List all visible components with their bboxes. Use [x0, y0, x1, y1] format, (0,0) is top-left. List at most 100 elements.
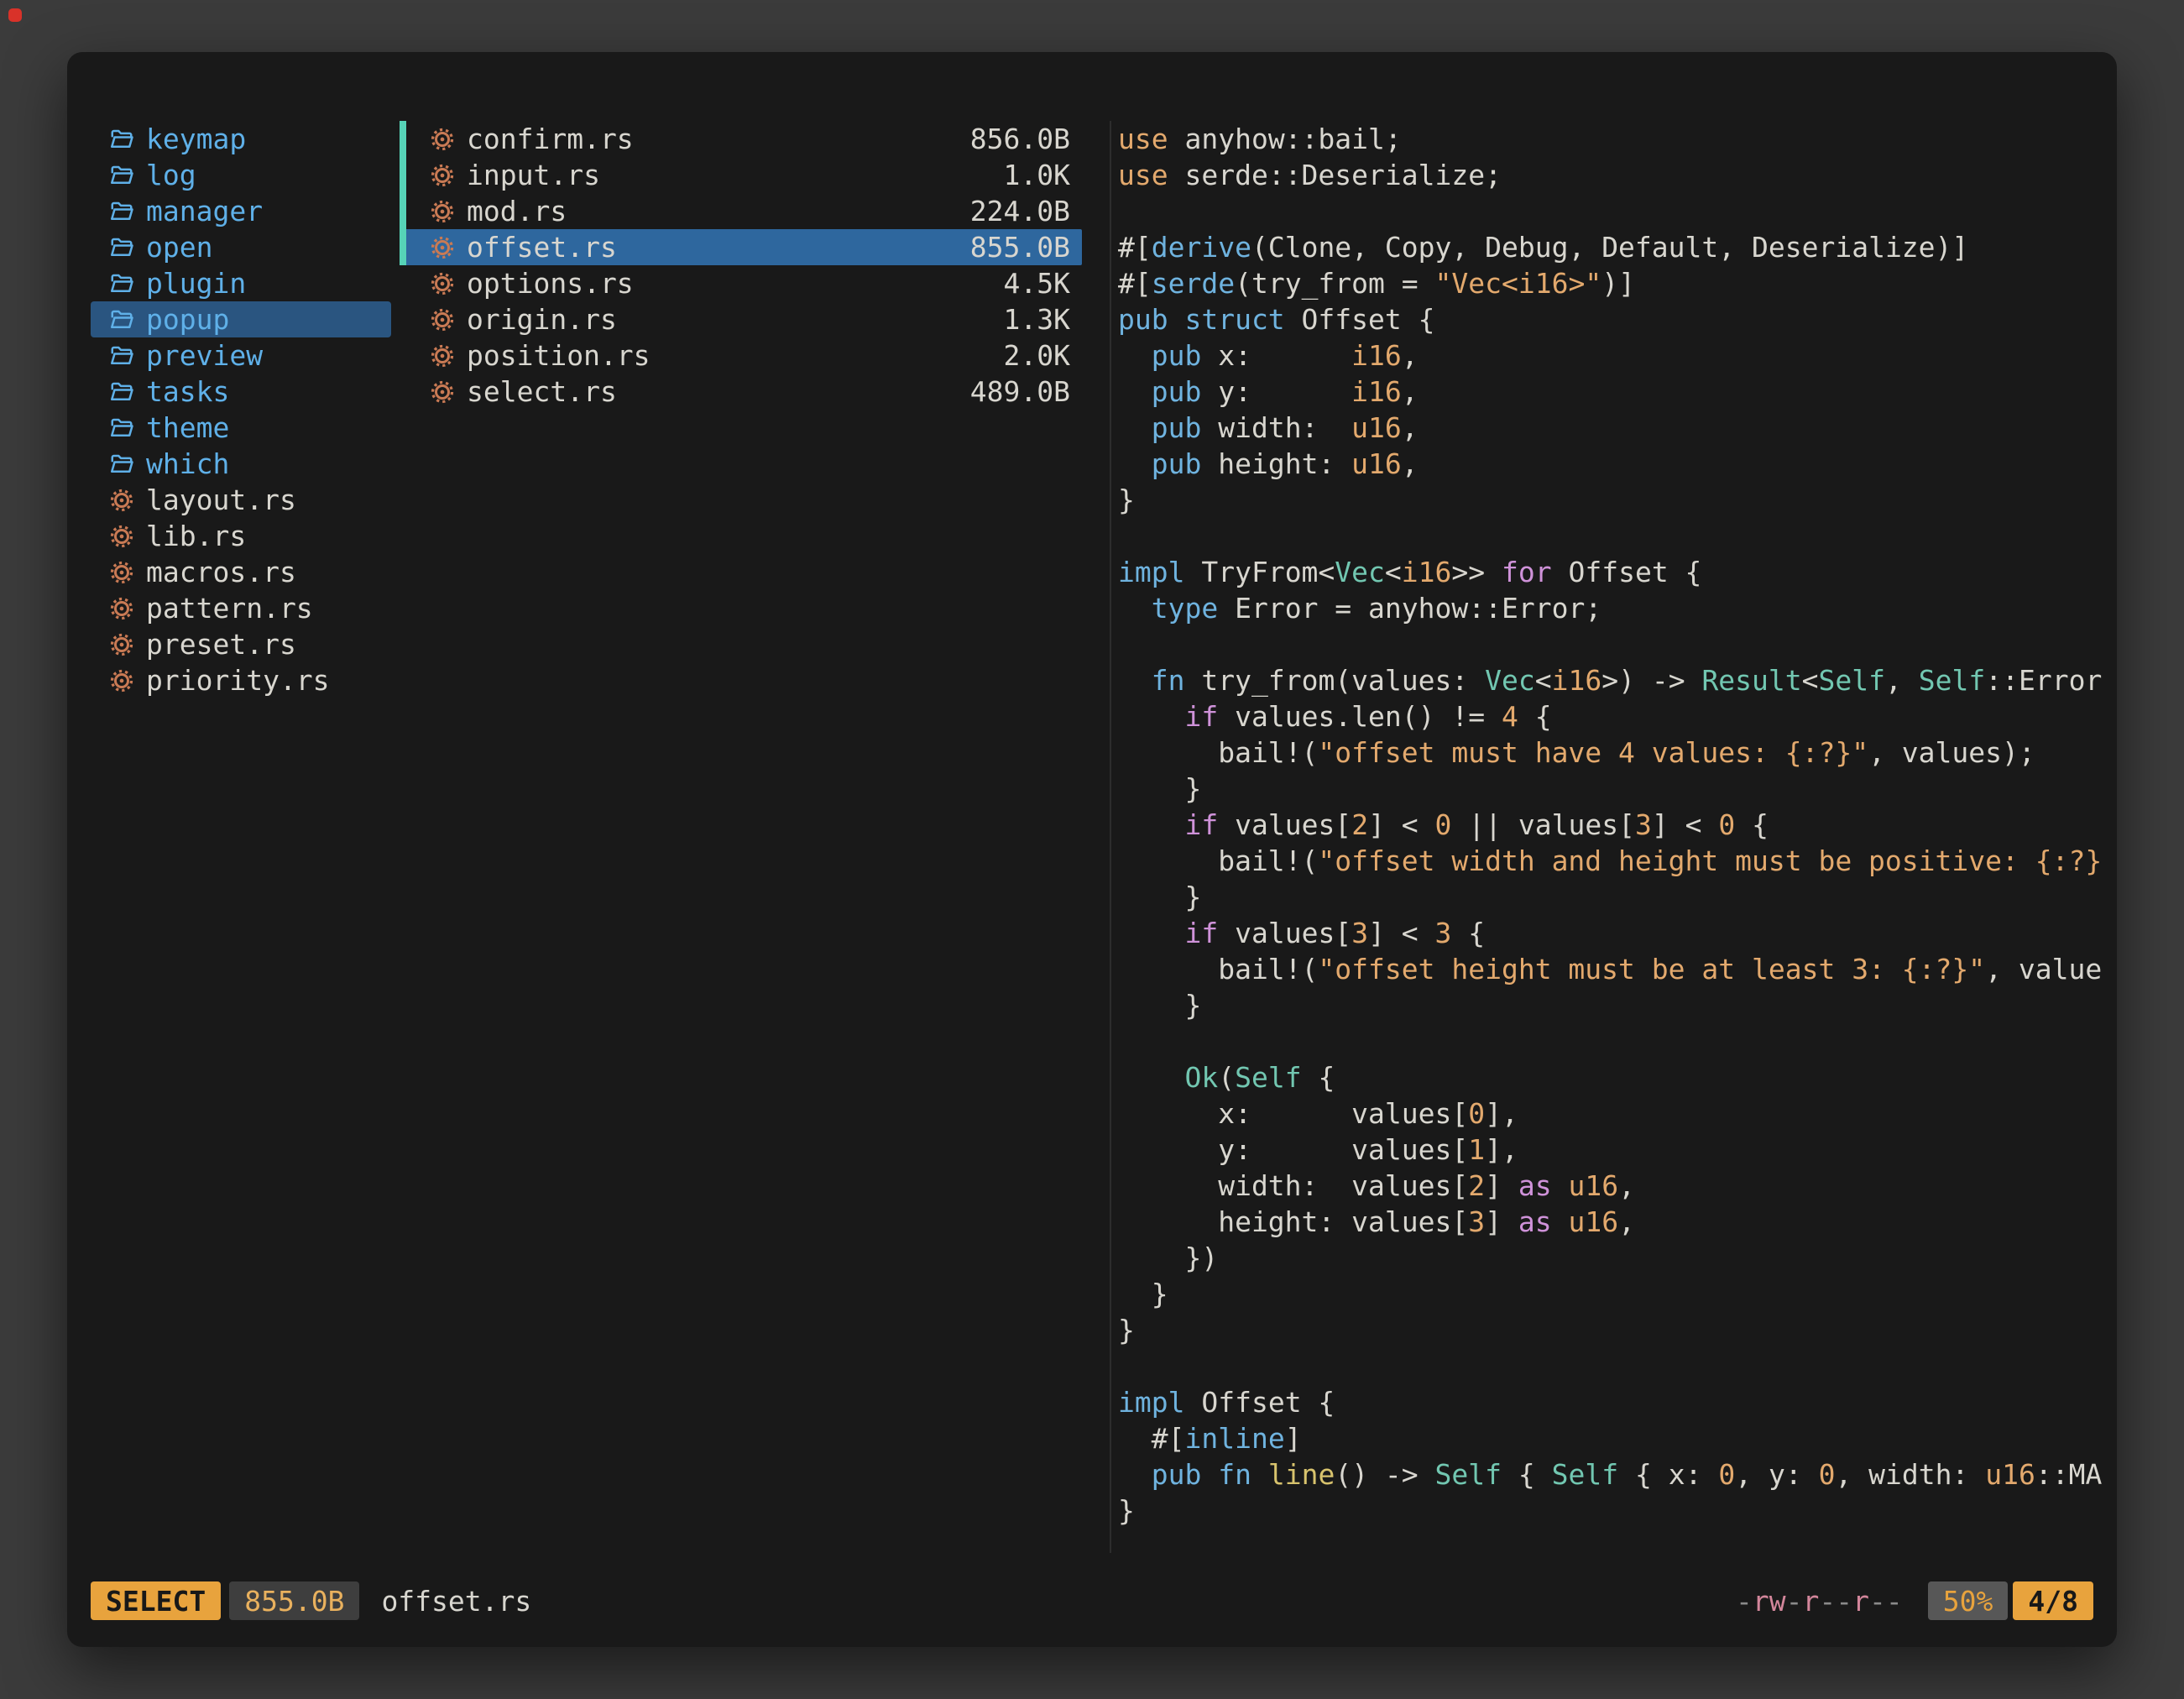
- sidebar-item-which[interactable]: which: [91, 446, 391, 482]
- file-item-mod-rs[interactable]: mod.rs224.0B: [400, 193, 1082, 229]
- folder-icon: [109, 452, 134, 477]
- file-item-select-rs[interactable]: select.rs489.0B: [400, 374, 1082, 410]
- token: [1118, 411, 1152, 444]
- parent-pane: keymaplogmanageropenpluginpopuppreviewta…: [91, 121, 391, 698]
- code-line: [1118, 518, 2117, 554]
- file-item-offset-rs[interactable]: offset.rs855.0B: [400, 229, 1082, 265]
- code-line: pub struct Offset {: [1118, 301, 2117, 337]
- token: pub fn: [1152, 1458, 1251, 1491]
- token: i16: [1351, 339, 1402, 372]
- code-line: }: [1118, 1276, 2117, 1312]
- rust-file-icon: [430, 271, 455, 296]
- token: anyhow::bail;: [1168, 123, 1402, 155]
- token: width: values[: [1118, 1169, 1468, 1202]
- sidebar-item-preset-rs[interactable]: preset.rs: [91, 626, 391, 662]
- sidebar-item-preview[interactable]: preview: [91, 337, 391, 374]
- token: values[: [1218, 808, 1351, 841]
- file-name: options.rs: [467, 267, 1004, 300]
- token: }: [1118, 1278, 1168, 1310]
- token: "offset width and height must be positiv…: [1318, 844, 2102, 877]
- sidebar-item-manager[interactable]: manager: [91, 193, 391, 229]
- token: >>: [1451, 556, 1502, 588]
- file-item-position-rs[interactable]: position.rs2.0K: [400, 337, 1082, 374]
- code-line: #[inline]: [1118, 1420, 2117, 1456]
- sidebar-item-lib-rs[interactable]: lib.rs: [91, 518, 391, 554]
- sidebar-item-layout-rs[interactable]: layout.rs: [91, 482, 391, 518]
- token: TryFrom<: [1184, 556, 1335, 588]
- token: , y:: [1735, 1458, 1818, 1491]
- token: [1118, 664, 1152, 697]
- token: derive: [1152, 231, 1251, 264]
- file-size: 1.0K: [1004, 159, 1070, 191]
- token: r: [1803, 1585, 1820, 1618]
- token: bail!(: [1118, 736, 1318, 769]
- token: for: [1502, 556, 1552, 588]
- code-line: y: values[1],: [1118, 1132, 2117, 1168]
- file-item-input-rs[interactable]: input.rs1.0K: [400, 157, 1082, 193]
- token: pub: [1152, 447, 1202, 480]
- entry-name: popup: [146, 303, 383, 336]
- sidebar-item-keymap[interactable]: keymap: [91, 121, 391, 157]
- rust-file-icon: [430, 379, 455, 405]
- token: #[: [1118, 231, 1152, 264]
- token: 3: [1468, 1205, 1485, 1238]
- code-line: Ok(Self {: [1118, 1059, 2117, 1095]
- token: 0: [1718, 1458, 1735, 1491]
- rust-file-icon: [430, 307, 455, 332]
- file-item-options-rs[interactable]: options.rs4.5K: [400, 265, 1082, 301]
- sidebar-item-pattern-rs[interactable]: pattern.rs: [91, 590, 391, 626]
- token: }): [1118, 1242, 1218, 1274]
- token: x: values[: [1118, 1097, 1468, 1130]
- file-name: origin.rs: [467, 303, 1004, 336]
- code-line: }): [1118, 1240, 2117, 1276]
- rust-file-icon: [430, 163, 455, 188]
- token: ]: [1285, 1422, 1302, 1455]
- code-line: }: [1118, 987, 2117, 1023]
- token: i16: [1402, 556, 1452, 588]
- code-line: bail!("offset height must be at least 3:…: [1118, 951, 2117, 987]
- entry-name: manager: [146, 195, 383, 227]
- folder-icon: [109, 127, 134, 152]
- sidebar-item-popup[interactable]: popup: [91, 301, 391, 337]
- token: {: [1518, 700, 1552, 733]
- token: serde: [1152, 267, 1235, 300]
- sidebar-item-priority-rs[interactable]: priority.rs: [91, 662, 391, 698]
- token: ]: [1485, 1169, 1518, 1202]
- file-size: 1.3K: [1004, 303, 1070, 336]
- entry-name: tasks: [146, 375, 383, 408]
- sidebar-item-tasks[interactable]: tasks: [91, 374, 391, 410]
- token: 0: [1435, 808, 1452, 841]
- token: {: [1451, 917, 1485, 949]
- file-name: position.rs: [467, 339, 1004, 372]
- file-item-confirm-rs[interactable]: confirm.rs856.0B: [400, 121, 1082, 157]
- token: (Clone, Copy, Debug, Default, Deserializ…: [1251, 231, 1968, 264]
- rust-file-icon: [109, 632, 134, 657]
- file-size: 856.0B: [970, 123, 1070, 155]
- token: [1251, 1458, 1268, 1491]
- rust-file-icon: [430, 199, 455, 224]
- token: }: [1118, 772, 1201, 805]
- sidebar-item-plugin[interactable]: plugin: [91, 265, 391, 301]
- sidebar-item-log[interactable]: log: [91, 157, 391, 193]
- sidebar-item-macros-rs[interactable]: macros.rs: [91, 554, 391, 590]
- file-manager-window: keymaplogmanageropenpluginpopuppreviewta…: [67, 52, 2117, 1647]
- token: <: [1535, 664, 1552, 697]
- sidebar-item-theme[interactable]: theme: [91, 410, 391, 446]
- token: bail!(: [1118, 844, 1318, 877]
- code-line: }: [1118, 482, 2117, 518]
- entry-name: preset.rs: [146, 628, 383, 661]
- rust-file-icon: [109, 668, 134, 693]
- code-line: if values[3] < 3 {: [1118, 915, 2117, 951]
- token: u16: [1985, 1458, 2035, 1491]
- rust-file-icon: [430, 235, 455, 260]
- file-item-origin-rs[interactable]: origin.rs1.3K: [400, 301, 1082, 337]
- token: height:: [1201, 447, 1351, 480]
- token: Self: [1919, 664, 1985, 697]
- token: u16: [1351, 447, 1402, 480]
- token: {: [1502, 1458, 1552, 1491]
- sidebar-item-open[interactable]: open: [91, 229, 391, 265]
- token: Ok: [1184, 1061, 1218, 1094]
- file-size-badge: 855.0B: [229, 1581, 359, 1620]
- token: impl: [1118, 556, 1184, 588]
- token: Vec: [1485, 664, 1535, 697]
